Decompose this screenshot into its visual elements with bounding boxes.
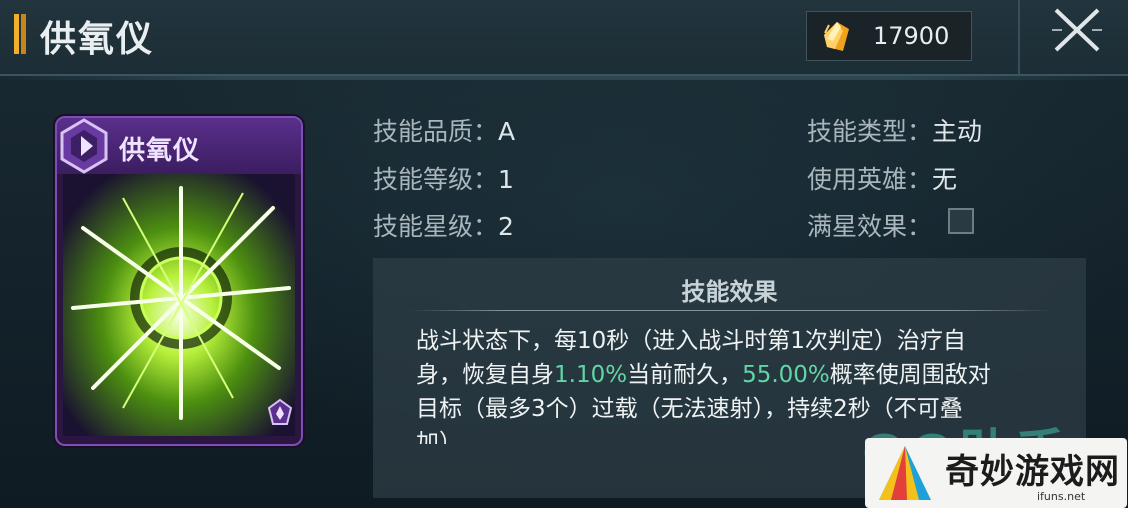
hexagon-skill-icon <box>60 118 108 174</box>
hero-label: 使用英雄： <box>807 165 933 194</box>
crystal-icon <box>824 22 849 51</box>
page-title: 供氧仪 <box>40 18 155 60</box>
type-label: 技能类型： <box>807 117 933 146</box>
currency-display[interactable]: 17900 <box>806 11 972 61</box>
effect-line-1: 战斗状态下，每10秒（进入战斗时第1次判定）治疗自 <box>416 328 966 354</box>
chance-percent: 55.00% <box>742 362 830 388</box>
rank-badge-icon <box>267 398 293 425</box>
maxstar-label: 满星效果： <box>807 212 933 241</box>
close-icon[interactable] <box>1048 4 1106 56</box>
level-row: 技能等级：1 <box>373 160 514 196</box>
maxstar-checkbox[interactable] <box>948 208 974 234</box>
effect-divider <box>409 310 1050 311</box>
skill-card[interactable]: 供氧仪 <box>55 116 303 446</box>
effect-text: 概率使周围敌对 <box>829 362 991 388</box>
level-value: 1 <box>498 165 514 194</box>
hero-value: 无 <box>932 165 958 194</box>
header-divider <box>1018 0 1020 74</box>
quality-label: 技能品质： <box>373 117 499 146</box>
effect-text: 当前耐久， <box>627 362 743 388</box>
star-label: 技能星级： <box>373 212 499 241</box>
site-logo-icon <box>879 446 931 500</box>
type-row: 技能类型：主动 <box>807 112 982 148</box>
quality-value: A <box>498 117 516 146</box>
skill-card-art <box>63 168 295 436</box>
level-label: 技能等级： <box>373 165 499 194</box>
effect-text: 身，恢复自身 <box>416 362 554 388</box>
effect-title: 技能效果 <box>681 277 778 306</box>
star-row: 技能星级：2 <box>373 207 514 243</box>
type-value: 主动 <box>932 117 983 146</box>
star-value: 2 <box>498 212 514 241</box>
effect-line-2: 身，恢复自身1.10%当前耐久，55.00%概率使周围敌对 <box>416 358 1036 392</box>
site-url: ifuns.net <box>1037 490 1086 503</box>
maxstar-row: 满星效果： <box>807 207 932 243</box>
title-accent <box>14 14 26 54</box>
heal-percent: 1.10% <box>554 362 628 388</box>
hero-row: 使用英雄：无 <box>807 160 957 196</box>
currency-amount: 17900 <box>873 22 950 50</box>
site-watermark: 奇妙游戏网 ifuns.net <box>865 438 1127 508</box>
header-bar: 供氧仪 17900 <box>0 0 1128 80</box>
skill-card-name: 供氧仪 <box>119 136 201 166</box>
site-name: 奇妙游戏网 <box>945 452 1120 492</box>
quality-row: 技能品质：A <box>373 112 515 148</box>
skill-card-header: 供氧仪 <box>57 118 301 174</box>
